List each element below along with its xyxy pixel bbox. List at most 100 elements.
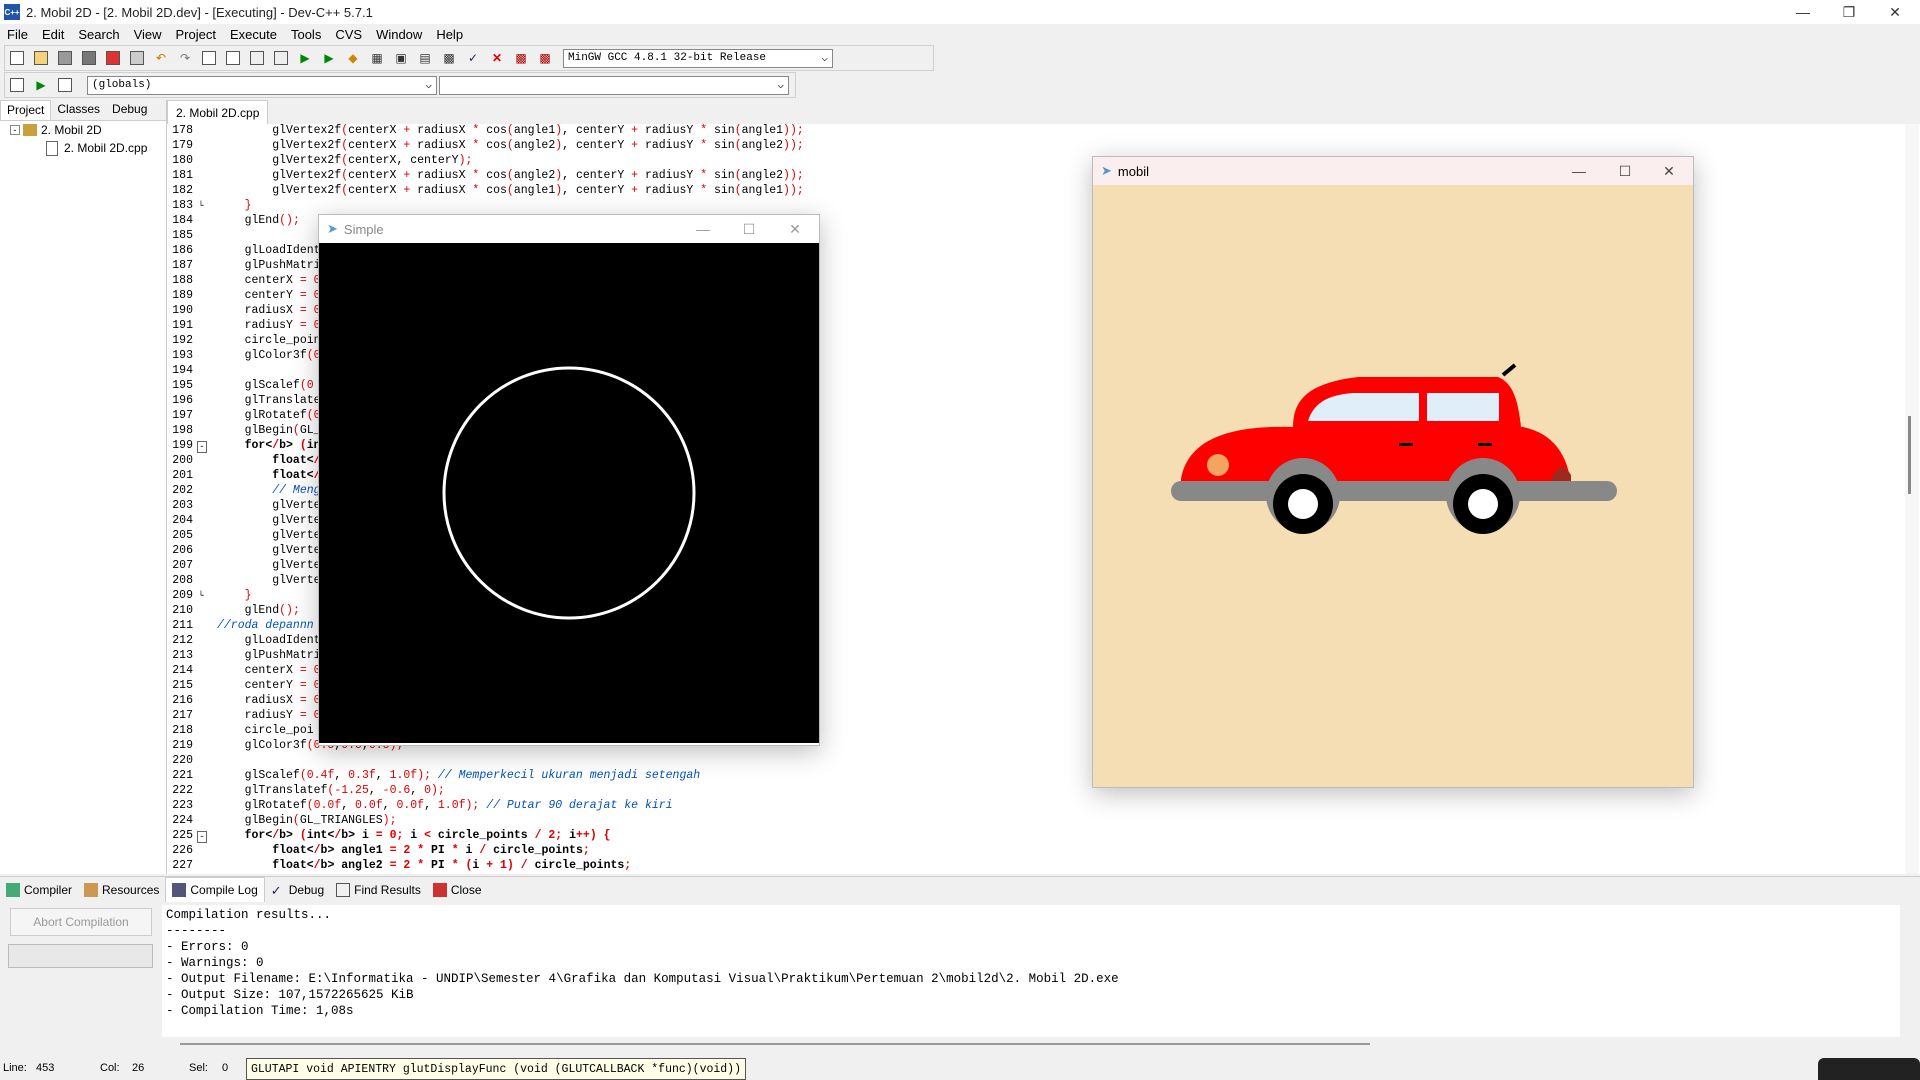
goto-icon[interactable] <box>55 75 75 95</box>
compile-run-icon[interactable]: ▤ <box>415 48 435 68</box>
menu-tools[interactable]: Tools <box>284 27 328 42</box>
code-text: } <box>244 199 252 212</box>
close-button[interactable]: ✕ <box>773 215 817 243</box>
log-scrollbar[interactable] <box>180 1043 1370 1045</box>
tab-compile-log[interactable]: Compile Log <box>165 877 265 903</box>
collapse-icon[interactable]: - <box>10 125 20 135</box>
editor-tab[interactable]: 2. Mobil 2D.cpp <box>167 100 269 124</box>
line-number: 221 <box>172 769 193 782</box>
close-button[interactable]: ✕ <box>1647 157 1691 185</box>
car-antenna <box>1501 363 1517 377</box>
minimize-button[interactable]: — <box>1780 0 1826 24</box>
tree-item-project[interactable]: - 2. Mobil 2D <box>10 121 166 139</box>
check-syntax-icon[interactable]: ✓ <box>463 48 483 68</box>
editor-scrollbar[interactable] <box>1905 124 1919 874</box>
mobil-window[interactable]: ➤ mobil — ☐ ✕ <box>1092 156 1694 788</box>
goto-line-icon[interactable]: ▶ <box>295 48 315 68</box>
simple-window[interactable]: ➤ Simple — ☐ ✕ <box>318 214 820 746</box>
maximize-button[interactable]: ☐ <box>1603 157 1647 185</box>
restore-button[interactable]: ❐ <box>1826 0 1872 24</box>
code-line[interactable]: 227 float</b> angle2 = 2 * PI * (i + 1) … <box>167 859 1920 874</box>
menu-window[interactable]: Window <box>369 27 429 42</box>
scope-select[interactable]: (globals) ⌵ <box>87 75 437 95</box>
code-text: centerY = 0 <box>217 289 321 302</box>
menu-file[interactable]: File <box>0 27 35 42</box>
abort-compilation-button[interactable]: Abort Compilation <box>10 908 152 936</box>
line-number: 217 <box>172 709 193 722</box>
profile-icon[interactable]: ▩ <box>511 48 531 68</box>
tab-find-results[interactable]: Find Results <box>330 878 427 902</box>
code-line[interactable]: 224 glBegin(GL_TRIANGLES); <box>167 814 1920 829</box>
toggle-bookmark-icon[interactable]: ▶ <box>31 75 51 95</box>
tab-classes[interactable]: Classes <box>51 100 106 120</box>
code-text: glVerte <box>217 514 321 527</box>
tab-debug-output[interactable]: ✓ Debug <box>265 878 330 902</box>
tab-close[interactable]: Close <box>427 878 488 902</box>
redo-icon[interactable]: ↷ <box>175 48 195 68</box>
editor-tab-label: 2. Mobil 2D.cpp <box>176 105 260 120</box>
compiler-select[interactable]: MinGW GCC 4.8.1 32-bit Release ⌵ <box>563 48 833 68</box>
find-icon[interactable] <box>199 48 219 68</box>
save-icon[interactable] <box>55 48 75 68</box>
stop-execution-icon[interactable]: ✕ <box>487 48 507 68</box>
tree-item-file[interactable]: 2. Mobil 2D.cpp <box>46 139 166 157</box>
print-icon[interactable] <box>127 48 147 68</box>
shield-icon[interactable]: ◆ <box>343 48 363 68</box>
simple-canvas <box>319 243 819 743</box>
tree-item-label: 2. Mobil 2D.cpp <box>64 141 148 155</box>
minimize-button[interactable]: — <box>1557 157 1601 185</box>
save-all-icon[interactable] <box>79 48 99 68</box>
code-line[interactable]: 226 float</b> angle1 = 2 * PI * i / circ… <box>167 844 1920 859</box>
close-button[interactable]: ✕ <box>1872 0 1918 24</box>
maximize-button[interactable]: ☐ <box>727 215 771 243</box>
fold-toggle-icon[interactable]: - <box>197 441 207 453</box>
debug-icon[interactable]: ▩ <box>535 48 555 68</box>
members-select[interactable]: ⌵ <box>439 75 789 95</box>
open-file-icon[interactable] <box>31 48 51 68</box>
code-text: float</b> angle2 = 2 * PI * (i + 1) / ci… <box>272 859 632 872</box>
menu-cvs[interactable]: CVS <box>328 27 369 42</box>
indent-icon[interactable] <box>247 48 267 68</box>
menu-search[interactable]: Search <box>71 27 126 42</box>
code-text: } <box>244 589 252 602</box>
new-file-icon[interactable] <box>7 48 27 68</box>
line-number: 224 <box>172 814 193 827</box>
menu-edit[interactable]: Edit <box>35 27 71 42</box>
line-number: 188 <box>172 274 193 287</box>
line-number: 183 <box>172 199 193 212</box>
code-line[interactable]: 225- for</b> (int</b> i = 0; i < circle_… <box>167 829 1920 844</box>
compile-icon[interactable]: ▦ <box>367 48 387 68</box>
unindent-icon[interactable] <box>271 48 291 68</box>
rebuild-icon[interactable]: ▩ <box>439 48 459 68</box>
tab-label: Resources <box>102 883 160 897</box>
fold-toggle-icon[interactable]: - <box>197 831 207 843</box>
simple-window-title: Simple <box>343 221 384 237</box>
line-number: 192 <box>172 334 193 347</box>
tab-debug[interactable]: Debug <box>106 100 153 120</box>
tab-resources[interactable]: Resources <box>78 878 165 902</box>
menu-help[interactable]: Help <box>429 27 470 42</box>
minimize-button[interactable]: — <box>681 215 725 243</box>
editor-scrollbar-thumb[interactable] <box>1908 416 1911 494</box>
menu-project[interactable]: Project <box>169 27 223 42</box>
replace-icon[interactable] <box>223 48 243 68</box>
run-icon[interactable]: ▣ <box>391 48 411 68</box>
line-number: 179 <box>172 139 193 152</box>
compile-log-output[interactable]: Compilation results... -------- - Errors: … <box>162 905 1900 1037</box>
compile-progress-bar <box>8 944 153 968</box>
line-number: 215 <box>172 679 193 692</box>
undo-icon[interactable]: ↶ <box>151 48 171 68</box>
function-hint: GLUTAPI void APIENTRY glutDisplayFunc (v… <box>246 1058 746 1080</box>
line-number: 199 <box>172 439 193 452</box>
close-file-icon[interactable] <box>103 48 123 68</box>
menu-execute[interactable]: Execute <box>223 27 284 42</box>
code-text: // Meng <box>272 484 321 497</box>
tab-project[interactable]: Project <box>0 100 52 120</box>
tab-compiler[interactable]: Compiler <box>0 878 78 902</box>
insert-icon[interactable] <box>7 75 27 95</box>
code-line[interactable]: 178 glVertex2f(centerX + radiusX * cos(a… <box>167 124 1920 139</box>
code-line[interactable]: 179 glVertex2f(centerX + radiusX * cos(a… <box>167 139 1920 154</box>
menu-view[interactable]: View <box>127 27 169 42</box>
goto-bookmark-icon[interactable]: ▶ <box>319 48 339 68</box>
code-line[interactable]: 223 glRotatef(0.0f, 0.0f, 0.0f, 1.0f); /… <box>167 799 1920 814</box>
